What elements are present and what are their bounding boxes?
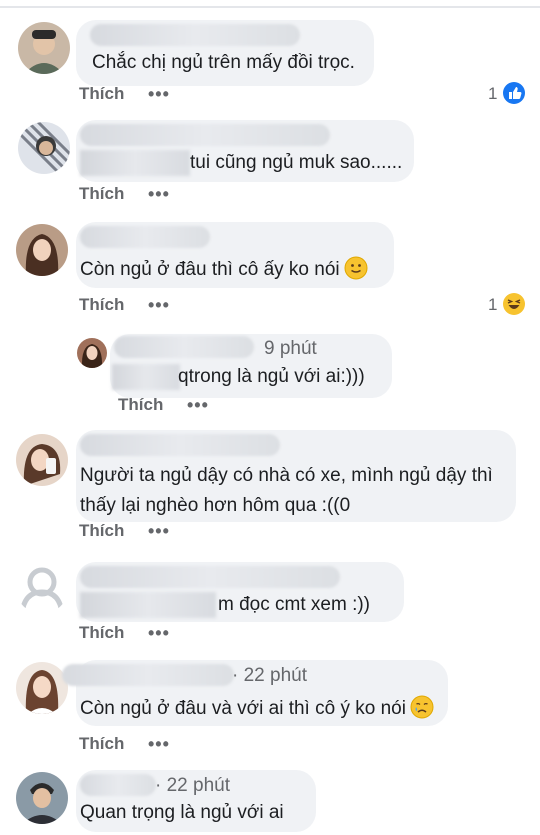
comment-text-line-1: Người ta ngủ dậy có nhà có xe, mình ngủ … [80,465,493,486]
avatar[interactable] [18,122,70,174]
commenter-name-redacted[interactable] [80,124,330,146]
avatar[interactable] [16,562,68,614]
sad-tear-emoji [410,695,434,719]
like-action[interactable]: Thích [79,734,124,754]
comment-5: m đọc cmt xem :)) Thích ••• [0,560,540,655]
more-options[interactable]: ••• [148,84,170,105]
commenter-name-redacted[interactable] [80,774,156,796]
comment-text: m đọc cmt xem :)) [218,594,371,615]
comment-text: Quan trọng là ngủ với ai [80,802,284,823]
more-options[interactable]: ••• [148,521,170,542]
reply-avatar[interactable] [77,338,107,368]
reply-more-options[interactable]: ••• [187,395,209,416]
reply-author-redacted[interactable] [114,336,254,358]
top-divider [0,6,540,8]
comment-text-content: Còn ngủ ở đâu thì cô ấy ko nói [80,259,340,280]
slight-smile-emoji [344,256,368,280]
reply-time[interactable]: 9 phút [264,338,317,360]
reaction-count[interactable]: 1 [488,295,497,315]
mention-redacted[interactable] [112,364,180,390]
avatar[interactable] [16,772,68,824]
avatar[interactable] [18,22,70,74]
comment-4: Người ta ngủ dậy có nhà có xe, mình ngủ … [0,430,540,550]
comment-time[interactable]: · 22 phút [232,665,307,687]
mention-redacted[interactable] [80,150,190,176]
more-options[interactable]: ••• [148,295,170,316]
mention-redacted[interactable] [80,592,216,618]
more-options[interactable]: ••• [148,623,170,644]
reply-like-action[interactable]: Thích [118,395,163,415]
reaction-count[interactable]: 1 [488,84,497,104]
comment-text: Chắc chị ngủ trên mấy đồi trọc. [92,52,355,73]
like-action[interactable]: Thích [79,184,124,204]
comment-6: · 22 phút Còn ngủ ở đâu và với ai thì cô… [0,660,540,760]
commenter-name-redacted[interactable] [80,226,210,248]
avatar[interactable] [16,224,68,276]
comment-text-line-2: thấy lại nghèo hơn hôm qua :((0 [80,495,351,516]
avatar[interactable] [16,434,68,486]
more-options[interactable]: ••• [148,734,170,755]
more-options[interactable]: ••• [148,184,170,205]
like-action[interactable]: Thích [79,295,124,315]
comment-text-content: Còn ngủ ở đâu và với ai thì cô ý ko nói [80,698,406,719]
commenter-name-redacted[interactable] [62,664,234,686]
like-action[interactable]: Thích [79,521,124,541]
comment-time[interactable]: · 22 phút [155,775,230,797]
commenter-name-redacted[interactable] [80,434,280,456]
comment-text: Còn ngủ ở đâu thì cô ấy ko nói [80,255,368,285]
comment-text: Còn ngủ ở đâu và với ai thì cô ý ko nói [80,694,434,724]
commenter-name-redacted[interactable] [80,566,340,588]
comment-text: tui cũng ngủ muk sao...... [190,152,403,173]
commenter-name-redacted[interactable] [90,24,300,46]
comment-1: Chắc chị ngủ trên mấy đồi trọc. Thích ••… [0,20,540,115]
comment-7: · 22 phút Quan trọng là ngủ với ai [0,770,540,835]
like-icon[interactable] [503,82,525,104]
like-action[interactable]: Thích [79,84,124,104]
like-action[interactable]: Thích [79,623,124,643]
avatar[interactable] [16,662,68,714]
haha-icon[interactable] [503,293,525,315]
comment-3: Còn ngủ ở đâu thì cô ấy ko nói Thích •••… [0,222,540,422]
reply-text: qtrong là ngủ với ai:))) [178,366,365,387]
comment-2: tui cũng ngủ muk sao...... Thích ••• [0,120,540,215]
